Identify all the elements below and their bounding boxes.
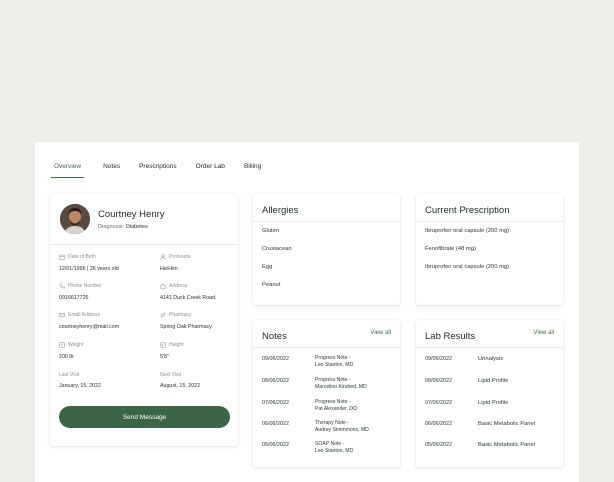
pharmacy-label: Pharmacy (160, 312, 192, 318)
last-visit-value: January, 15, 2022 (59, 383, 102, 389)
lab-date: 07/06/2022 (425, 400, 452, 406)
list-item: Gluten (262, 228, 280, 234)
phone-value: 0916617726 (59, 295, 89, 301)
lab-results-title: Lab Results (425, 331, 476, 342)
scale-icon (59, 342, 65, 348)
notes-title: Notes (262, 331, 287, 342)
dob-label: Date of Birth (59, 254, 96, 260)
table-row[interactable]: Progress Note - Pat Alexander, DO (315, 399, 357, 413)
ruler-icon (160, 342, 166, 348)
prescription-card: Current Prescription Ibruprofen oral cap… (416, 194, 563, 305)
table-row[interactable]: Basic Metabolic Panel (478, 442, 535, 449)
table-row[interactable]: Basic Metabolic Panel (478, 421, 535, 428)
diagnosis-label: Diagnosis: (98, 224, 125, 230)
prescription-title: Current Prescription (425, 205, 510, 216)
tab-notes[interactable]: Notes (103, 158, 120, 178)
next-visit-label: Next Visit (160, 372, 182, 378)
card-divider (253, 347, 400, 348)
card-divider (416, 221, 563, 222)
notes-card: Notes View all 09/06/2022 Progress Note … (253, 320, 400, 467)
note-date: 05/06/2022 (262, 442, 289, 448)
card-divider (416, 347, 563, 348)
phone-icon (59, 283, 65, 289)
email-label: Email Address (59, 312, 100, 318)
table-row[interactable]: Progress Note - Marcelino Kindred, MD (315, 377, 367, 391)
list-item: Ibruprofen oral capsule (200 mg) (425, 228, 510, 234)
lab-date: 09/06/2022 (425, 356, 452, 362)
table-row[interactable]: Therapy Note - Audrey Simmmons, MD (315, 420, 369, 434)
list-item: Egg (262, 264, 273, 270)
weight-label: Weight (59, 342, 83, 348)
allergies-title: Allergies (262, 205, 299, 216)
profile-divider (50, 244, 238, 245)
tab-bar: Overview Notes Prescriptions Order Lab B… (51, 158, 280, 178)
list-item: Crustacean (262, 246, 292, 252)
lab-date: 08/06/2022 (425, 378, 452, 384)
list-item: Ibruprofen oral capsule (200 mg) (425, 264, 510, 270)
address-value: 4141 Duck Creek Road. (160, 295, 217, 301)
list-item: Peanut (262, 282, 281, 288)
send-message-button[interactable]: Send Message (59, 406, 230, 428)
note-date: 08/06/2022 (262, 378, 289, 384)
notes-view-all-link[interactable]: View all (370, 330, 391, 336)
lab-date: 06/06/2022 (425, 421, 452, 427)
profile-card: Courtney Henry Diagnosis: Diabetes Date … (50, 194, 238, 446)
tab-prescriptions[interactable]: Prescriptions (139, 158, 177, 178)
table-row[interactable]: Urinalysis (478, 356, 503, 363)
tab-billing[interactable]: Billing (244, 158, 261, 178)
table-row[interactable]: Lipid Profile (478, 378, 508, 385)
table-row[interactable]: SOAP Note - Leo Stanton, MD (315, 441, 353, 455)
next-visit-value: August, 15, 2022 (160, 383, 201, 389)
pharmacy-value: Spring Oak Pharmacy (160, 324, 212, 330)
calendar-icon (59, 254, 65, 260)
weight-value: 200 lb (59, 354, 74, 360)
height-value: 5'8" (160, 354, 169, 360)
note-date: 06/06/2022 (262, 421, 289, 427)
table-row[interactable]: Lipid Profile (478, 400, 508, 407)
mail-icon (59, 312, 65, 318)
lab-results-card: Lab Results View all 09/06/2022 Urinalys… (416, 320, 563, 467)
note-date: 07/06/2022 (262, 400, 289, 406)
labs-view-all-link[interactable]: View all (533, 330, 554, 336)
phone-label: Phone Number (59, 283, 102, 289)
height-label: Height (160, 342, 183, 348)
main-panel: Overview Notes Prescriptions Order Lab B… (35, 142, 579, 482)
table-row[interactable]: Progress Note - Leo Stanton, MD (315, 355, 353, 369)
pill-icon (160, 313, 166, 317)
note-date: 09/06/2022 (262, 356, 289, 362)
last-visit-label: Last Visit (59, 372, 80, 378)
address-label: Address (160, 283, 187, 289)
pronouns-value: He/Him (160, 266, 178, 272)
allergies-card: Allergies Gluten Crustacean Egg Peanut (253, 194, 400, 305)
avatar (60, 204, 90, 234)
home-icon (160, 283, 166, 289)
patient-name: Courtney Henry (98, 209, 165, 220)
tab-overview[interactable]: Overview (51, 158, 85, 178)
tab-order-lab[interactable]: Order Lab (196, 158, 225, 178)
dob-value: 12/01/1996 | 26 years old (59, 266, 119, 272)
diagnosis: Diagnosis: Diabetes (98, 224, 148, 230)
email-value: courtneyhenry@mail.com (59, 324, 120, 330)
lab-date: 05/06/2022 (425, 442, 452, 448)
diagnosis-value: Diabetes (125, 224, 148, 230)
pronouns-label: Pronouns (160, 254, 190, 260)
list-item: Fenofibrate (48 mg) (425, 246, 476, 252)
card-divider (253, 221, 400, 222)
avatar-image (60, 204, 90, 234)
user-icon (160, 254, 166, 260)
